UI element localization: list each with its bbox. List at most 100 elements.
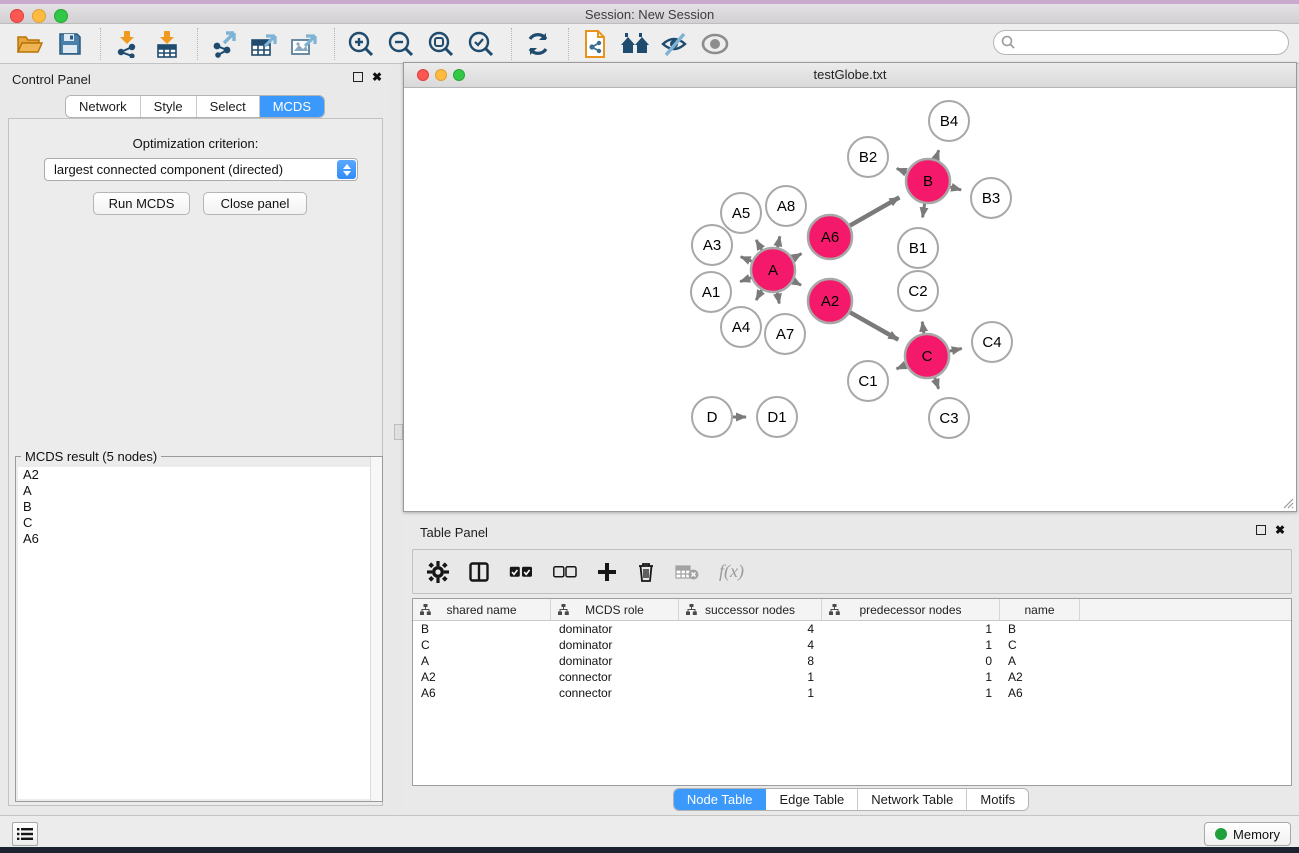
export-image-button[interactable]: [286, 28, 322, 60]
create-column-button[interactable]: [597, 557, 617, 587]
graph-node-B[interactable]: B: [906, 159, 950, 203]
graph-node-A6[interactable]: A6: [808, 215, 852, 259]
edge-B-B2[interactable]: [897, 169, 907, 173]
show-hide-button[interactable]: [697, 28, 733, 60]
graph-node-A5[interactable]: A5: [721, 193, 761, 233]
edge-C-C3[interactable]: [935, 378, 939, 389]
graph-node-A4[interactable]: A4: [721, 307, 761, 347]
close-panel-icon[interactable]: ✖: [372, 72, 382, 82]
zoom-fit-button[interactable]: [423, 28, 459, 60]
edge-A-A6[interactable]: [793, 254, 802, 259]
run-mcds-button[interactable]: Run MCDS: [93, 192, 190, 215]
graph-node-D[interactable]: D: [692, 397, 732, 437]
mcds-result-list[interactable]: A2ABCA6: [18, 467, 380, 799]
column-header-successor-nodes[interactable]: successor nodes: [679, 599, 822, 620]
graph-node-A8[interactable]: A8: [766, 186, 806, 226]
export-table-button[interactable]: [246, 28, 282, 60]
column-layout-button[interactable]: [469, 557, 489, 587]
home-button[interactable]: [617, 28, 653, 60]
column-header-MCDS-role[interactable]: MCDS role: [551, 599, 679, 620]
open-session-button[interactable]: [12, 28, 48, 60]
tab-style[interactable]: Style: [141, 96, 197, 117]
tab-mcds[interactable]: MCDS: [260, 96, 324, 117]
graph-node-C2[interactable]: C2: [898, 271, 938, 311]
tab-node-table[interactable]: Node Table: [674, 789, 767, 810]
network-window-titlebar[interactable]: testGlobe.txt: [404, 63, 1296, 88]
network-canvas[interactable]: AA1A2A3A4A5A6A7A8BB1B2B3B4CC1C2C3C4DD1: [404, 88, 1296, 511]
graph-node-A2[interactable]: A2: [808, 279, 852, 323]
table-row[interactable]: A2connector11A2: [413, 669, 1291, 685]
zoom-out-button[interactable]: [383, 28, 419, 60]
table-row[interactable]: Cdominator41C: [413, 637, 1291, 653]
graph-node-A3[interactable]: A3: [692, 225, 732, 265]
close-panel-button[interactable]: Close panel: [203, 192, 307, 215]
network-graph[interactable]: AA1A2A3A4A5A6A7A8BB1B2B3B4CC1C2C3C4DD1: [404, 88, 1296, 511]
refresh-layout-button[interactable]: [520, 28, 556, 60]
result-item[interactable]: A6: [18, 531, 380, 547]
select-all-columns-button[interactable]: [509, 557, 533, 587]
toggle-graphics-details-button[interactable]: [657, 28, 693, 60]
column-header-shared-name[interactable]: shared name: [413, 599, 551, 620]
table-row[interactable]: A6connector11A6: [413, 685, 1291, 701]
column-header-name[interactable]: name: [1000, 599, 1080, 620]
edge-C-C4[interactable]: [949, 349, 961, 352]
graph-node-C[interactable]: C: [905, 334, 949, 378]
edge-A-A8[interactable]: [778, 236, 780, 247]
edge-C-C1[interactable]: [897, 365, 906, 369]
memory-button[interactable]: Memory: [1204, 822, 1291, 846]
graph-node-A1[interactable]: A1: [691, 272, 731, 312]
zoom-in-button[interactable]: [343, 28, 379, 60]
tab-motifs[interactable]: Motifs: [967, 789, 1028, 810]
graph-node-C1[interactable]: C1: [848, 361, 888, 401]
edge-A6-B[interactable]: [850, 197, 899, 225]
tab-network[interactable]: Network: [66, 96, 141, 117]
edge-A-A2[interactable]: [793, 281, 801, 285]
import-table-button[interactable]: [149, 28, 185, 60]
edge-A-A4[interactable]: [756, 290, 762, 300]
graph-node-B3[interactable]: B3: [971, 178, 1011, 218]
edge-B-B3[interactable]: [950, 187, 961, 190]
split-pane-handle[interactable]: [394, 424, 403, 440]
result-item[interactable]: C: [18, 515, 380, 531]
edge-A2-C[interactable]: [850, 312, 898, 339]
resize-grip-icon[interactable]: [1280, 495, 1294, 509]
edge-A-A7[interactable]: [777, 293, 779, 304]
table-row[interactable]: Adominator80A: [413, 653, 1291, 669]
delete-column-button[interactable]: [637, 557, 655, 587]
table-settings-button[interactable]: [427, 557, 449, 587]
tab-network-table[interactable]: Network Table: [858, 789, 967, 810]
edge-C-C2[interactable]: [922, 322, 924, 334]
result-item[interactable]: A2: [18, 467, 380, 483]
result-scrollbar[interactable]: [370, 457, 382, 801]
result-item[interactable]: B: [18, 499, 380, 515]
graph-node-B4[interactable]: B4: [929, 101, 969, 141]
graph-node-C4[interactable]: C4: [972, 322, 1012, 362]
graph-node-A[interactable]: A: [751, 248, 795, 292]
result-item[interactable]: A: [18, 483, 380, 499]
edge-A-A5[interactable]: [756, 240, 762, 250]
zoom-selected-button[interactable]: [463, 28, 499, 60]
graph-node-D1[interactable]: D1: [757, 397, 797, 437]
float-panel-icon[interactable]: [1256, 525, 1266, 535]
edge-B-B4[interactable]: [936, 150, 939, 159]
duplicate-network-button[interactable]: [577, 28, 613, 60]
table-row[interactable]: Bdominator41B: [413, 621, 1291, 637]
column-header-predecessor-nodes[interactable]: predecessor nodes: [822, 599, 1000, 620]
float-panel-icon[interactable]: [353, 72, 363, 82]
deselect-all-columns-button[interactable]: [553, 557, 577, 587]
graph-node-C3[interactable]: C3: [929, 398, 969, 438]
edge-B-B1[interactable]: [923, 204, 925, 218]
import-network-button[interactable]: [109, 28, 145, 60]
export-network-button[interactable]: [206, 28, 242, 60]
tab-edge-table[interactable]: Edge Table: [766, 789, 858, 810]
graph-node-B1[interactable]: B1: [898, 228, 938, 268]
graph-node-B2[interactable]: B2: [848, 137, 888, 177]
close-panel-icon[interactable]: ✖: [1275, 525, 1285, 535]
app-titlebar[interactable]: Session: New Session: [0, 4, 1299, 24]
criterion-dropdown[interactable]: largest connected component (directed): [44, 158, 358, 181]
task-history-button[interactable]: [12, 822, 38, 846]
edge-A-A3[interactable]: [741, 257, 752, 262]
search-input[interactable]: [993, 30, 1289, 55]
edge-A-A1[interactable]: [740, 278, 751, 282]
save-session-button[interactable]: [52, 28, 88, 60]
